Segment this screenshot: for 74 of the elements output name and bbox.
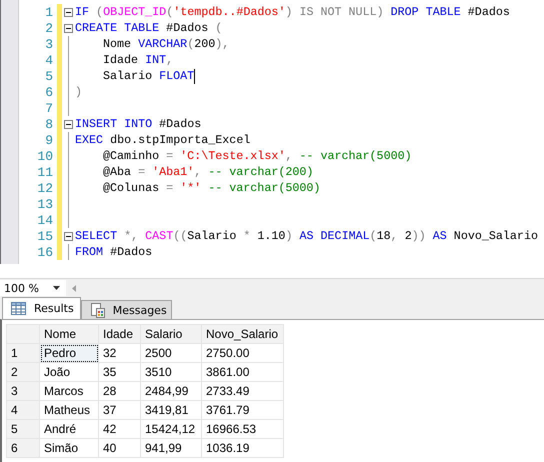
line-number: 5 xyxy=(44,68,53,84)
code-line: Salario FLOAT xyxy=(102,69,194,83)
table-cell: 35 xyxy=(98,362,140,382)
table-cell: 3510 xyxy=(140,362,202,382)
fold-guide-line xyxy=(68,244,69,260)
line-number: 2 xyxy=(44,20,53,36)
code-line: Idade INT, xyxy=(102,53,174,67)
column-header[interactable]: Nome xyxy=(40,324,98,344)
column-header[interactable]: Idade xyxy=(98,324,140,344)
results-tab[interactable]: Results xyxy=(2,297,81,319)
table-cell: 16966.53 xyxy=(202,420,284,438)
code-line: EXEC dbo.stpImporta_Excel xyxy=(75,133,250,147)
table-cell: 28 xyxy=(98,382,140,400)
results-tab[interactable]: Messages xyxy=(80,300,172,319)
table-cell: 15424,12 xyxy=(140,420,202,438)
code-line: Nome VARCHAR(200), xyxy=(102,37,230,51)
table-cell: 2733.49 xyxy=(202,382,284,400)
line-number: 10 xyxy=(36,148,53,164)
table-cell: 2750.00 xyxy=(202,344,284,362)
column-header[interactable]: Salario xyxy=(140,324,202,344)
row-number[interactable]: 3 xyxy=(6,382,40,400)
code-line: @Colunas = '*' -- varchar(5000) xyxy=(102,181,320,195)
code-line: @Caminho = 'C:\Teste.xlsx', -- varchar(5000) xyxy=(102,149,412,163)
collapse-icon[interactable] xyxy=(64,8,73,16)
row-number[interactable]: 4 xyxy=(6,400,40,420)
table-cell: 32 xyxy=(98,344,140,362)
collapse-icon[interactable] xyxy=(64,24,73,32)
table-cell: 42 xyxy=(98,420,140,438)
row-number[interactable]: 1 xyxy=(6,344,40,362)
line-number: 13 xyxy=(36,196,53,212)
code-line: SELECT *, CAST((Salario * 1.10) AS DECIMAL(18, 2)) AS Novo_Salario xyxy=(75,229,538,243)
table-cell: 3761.79 xyxy=(202,400,284,420)
table-cell: 2500 xyxy=(140,344,202,362)
table-cell: Pedro xyxy=(40,344,98,362)
table-cell: André xyxy=(40,420,98,438)
table-cell: 1036.19 xyxy=(202,438,284,458)
line-number: 1 xyxy=(44,4,53,20)
table-cell: Simão xyxy=(40,438,98,458)
corner-header xyxy=(6,324,40,344)
table-cell: 37 xyxy=(98,400,140,420)
table-cell: Marcos xyxy=(40,382,98,400)
caret-icon xyxy=(52,286,60,290)
table-cell: 3861.00 xyxy=(202,362,284,382)
grid-icon xyxy=(11,302,26,315)
table-cell: 40 xyxy=(98,438,140,458)
table-cell: 2484,99 xyxy=(140,382,202,400)
column-header[interactable]: Novo_Salario xyxy=(202,324,284,344)
code-line: FROM #Dados xyxy=(75,245,152,259)
code-line: INSERT INTO #Dados xyxy=(75,117,202,131)
line-number: 9 xyxy=(44,132,53,148)
collapse-icon[interactable] xyxy=(64,232,73,240)
line-number: 7 xyxy=(44,100,53,116)
code-line: IF (OBJECT_ID('tempdb..#Dados') IS NOT NULL) DROP TABLE #Dados xyxy=(75,5,510,19)
line-number: 14 xyxy=(36,212,53,228)
line-number: 11 xyxy=(36,164,53,180)
collapse-icon[interactable] xyxy=(64,120,73,128)
code-line: ) xyxy=(75,85,82,99)
line-number: 16 xyxy=(36,244,53,260)
code-line: CREATE TABLE #Dados ( xyxy=(75,21,222,35)
row-number[interactable]: 2 xyxy=(6,362,40,382)
line-number: 8 xyxy=(44,116,53,132)
table-cell: Matheus xyxy=(40,400,98,420)
table-cell: 941,99 xyxy=(140,438,202,458)
row-number[interactable]: 6 xyxy=(6,438,40,458)
line-number: 6 xyxy=(44,84,53,100)
line-number: 4 xyxy=(44,52,53,68)
line-number: 3 xyxy=(44,36,53,52)
code-line: @Aba = 'Aba1', -- varchar(200) xyxy=(102,165,314,179)
table-cell: 3419,81 xyxy=(140,400,202,420)
table-cell: João xyxy=(40,362,98,382)
line-number: 12 xyxy=(36,180,53,196)
zoom-dropdown[interactable]: 100 % xyxy=(0,280,66,296)
row-number[interactable]: 5 xyxy=(6,420,40,438)
line-number: 15 xyxy=(36,228,53,244)
